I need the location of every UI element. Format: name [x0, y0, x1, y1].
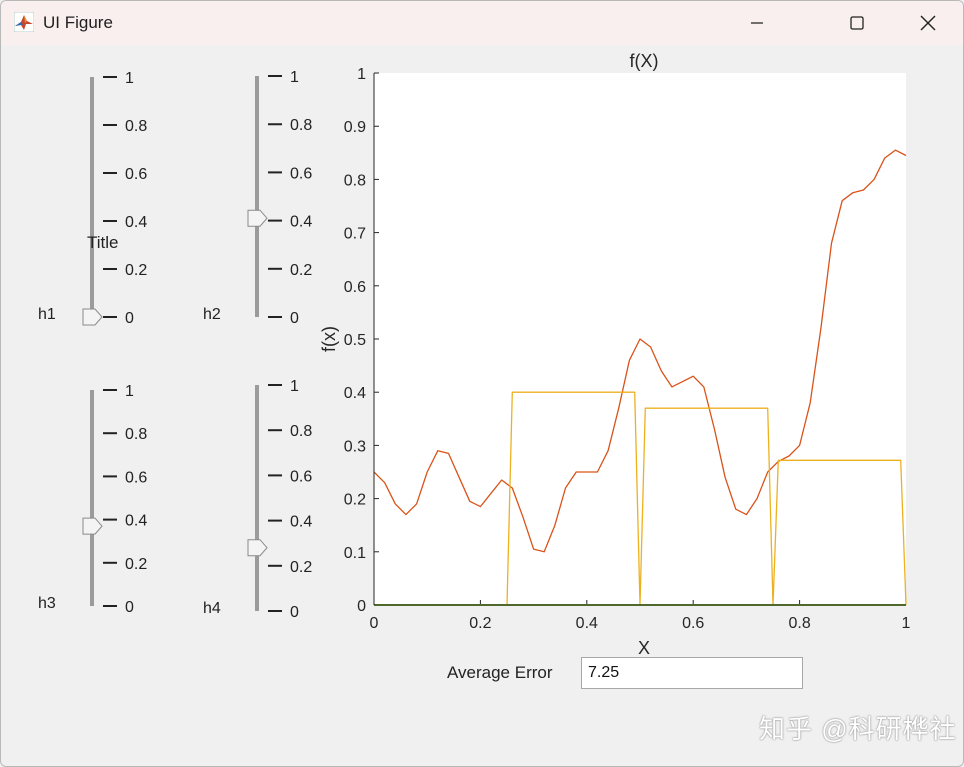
slider-tick-label: 0 — [290, 604, 299, 621]
app-window: UI Figure h110.80.60.40.20h210.80.60.40.… — [0, 0, 964, 767]
average-error-field[interactable]: 7.25 — [581, 657, 803, 689]
slider-h4[interactable]: 1 0.8 0.6 0.4 0.2 0 — [1, 1, 964, 767]
watermark: 知乎 @科研桦社 — [759, 709, 957, 746]
slider-tick-label: 0.4 — [290, 514, 312, 531]
average-error-label: Average Error — [447, 663, 553, 683]
slider-thumb[interactable] — [248, 540, 267, 556]
slider-tick-label: 0.6 — [290, 468, 312, 485]
slider-tick-label: 0.8 — [290, 423, 312, 440]
slider-tick-label: 0.2 — [290, 559, 312, 576]
slider-tick-label: 1 — [290, 378, 299, 395]
slider-track[interactable] — [255, 385, 259, 611]
panel-title: Title — [87, 233, 119, 253]
